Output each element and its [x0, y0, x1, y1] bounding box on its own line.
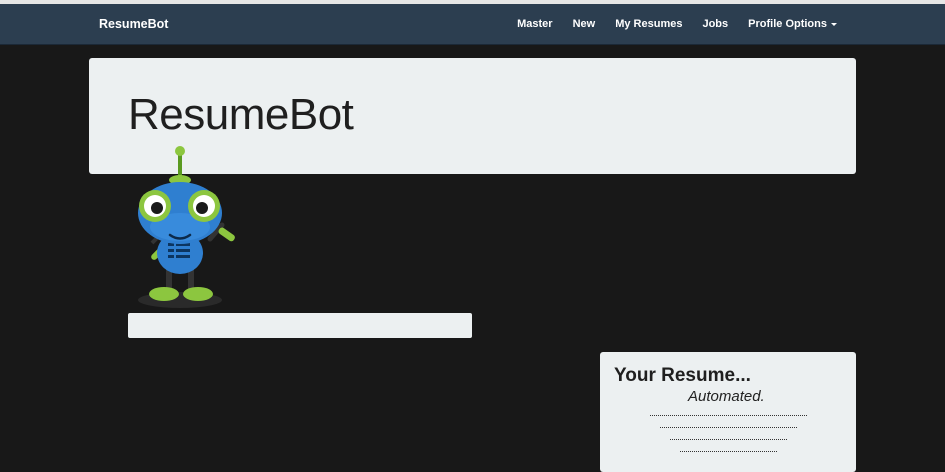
dotted-divider — [670, 439, 787, 440]
robot-mascot-icon — [138, 146, 235, 308]
page-title: ResumeBot — [128, 90, 354, 139]
caret-down-icon — [831, 22, 837, 26]
dotted-divider — [650, 415, 807, 416]
nav-link-jobs[interactable]: Jobs — [702, 18, 728, 30]
navbar-brand[interactable]: ResumeBot — [99, 4, 168, 44]
card-title: Your Resume... — [614, 365, 751, 386]
resume-card: Your Resume... Automated. — [600, 352, 856, 472]
card-subtitle: Automated. — [688, 388, 765, 405]
nav-link-master[interactable]: Master — [517, 18, 552, 30]
dotted-divider — [680, 451, 777, 452]
profile-options-label: Profile Options — [748, 18, 827, 30]
navbar-links: Master New My Resumes Jobs Profile Optio… — [497, 4, 837, 44]
dotted-divider — [660, 427, 797, 428]
nav-dropdown-profile-options[interactable]: Profile Options — [748, 18, 837, 30]
nav-link-new[interactable]: New — [573, 18, 596, 30]
nav-link-my-resumes[interactable]: My Resumes — [615, 18, 682, 30]
blank-input-field[interactable] — [128, 313, 472, 338]
navbar: ResumeBot Master New My Resumes Jobs Pro… — [0, 4, 945, 45]
